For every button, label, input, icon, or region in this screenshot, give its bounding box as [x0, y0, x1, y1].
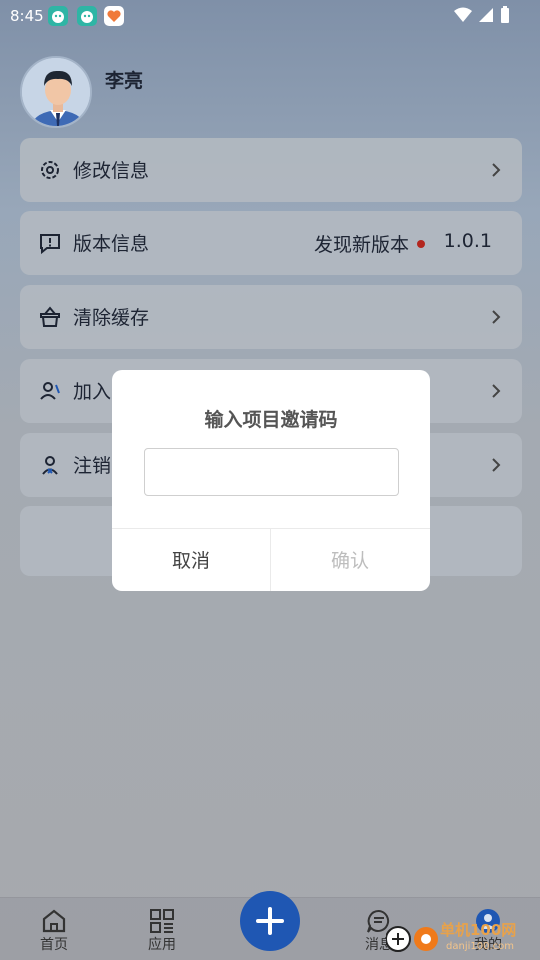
grid-icon: [150, 909, 174, 933]
invite-code-input[interactable]: [144, 448, 399, 496]
invite-code-dialog: 输入项目邀请码 取消 确认: [112, 370, 430, 591]
status-time: 8:45: [10, 7, 44, 25]
notification-app-icon: [48, 6, 68, 26]
settings-gear-icon: [41, 161, 59, 179]
menu-row-edit-info[interactable]: 修改信息: [20, 138, 522, 202]
watermark-subtext: danji100.com: [446, 941, 514, 952]
battery-icon: [501, 6, 509, 23]
watermark-logo-icon: [386, 926, 438, 952]
menu-label: 加入: [73, 381, 112, 403]
dialog-title: 输入项目邀请码: [204, 409, 338, 431]
nav-label: 应用: [148, 937, 176, 953]
chevron-right-icon: [492, 163, 501, 177]
wifi-icon: [454, 7, 472, 22]
new-version-dot: [417, 240, 425, 248]
nav-apps[interactable]: 应用: [122, 898, 202, 960]
menu-label: 清除缓存: [73, 307, 150, 329]
nav-label: 首页: [40, 937, 68, 953]
message-alert-icon: [40, 234, 60, 255]
user-name: 李亮: [105, 70, 144, 92]
person-add-icon: [40, 382, 60, 400]
watermark-text: 单机100网: [440, 921, 517, 939]
avatar[interactable]: [20, 56, 92, 128]
home-icon: [42, 909, 66, 933]
watermark: 单机100网 danji100.com: [386, 917, 536, 957]
status-bar: 8:45: [0, 0, 540, 32]
nav-home[interactable]: 首页: [14, 898, 94, 960]
menu-row-clear-cache[interactable]: 清除缓存: [20, 285, 522, 349]
heart-app-icon: [104, 6, 124, 26]
chevron-right-icon: [492, 384, 501, 398]
add-button[interactable]: [240, 891, 300, 951]
menu-label: 注销: [73, 455, 112, 477]
notification-app-icon: [77, 6, 97, 26]
menu-label: 修改信息: [73, 160, 150, 182]
chevron-right-icon: [492, 310, 501, 324]
plus-icon: [268, 907, 272, 935]
confirm-button[interactable]: 确认: [271, 528, 429, 591]
menu-row-version-info[interactable]: 版本信息 发现新版本 1.0.1: [20, 211, 522, 275]
person-logout-icon: [42, 456, 58, 475]
basket-icon: [40, 306, 60, 327]
signal-icon: [479, 8, 493, 22]
menu-label: 版本信息: [73, 233, 150, 255]
new-version-text: 发现新版本: [313, 234, 409, 256]
chevron-right-icon: [492, 458, 501, 472]
version-number: 1.0.1: [443, 230, 492, 252]
cancel-button[interactable]: 取消: [112, 528, 270, 591]
